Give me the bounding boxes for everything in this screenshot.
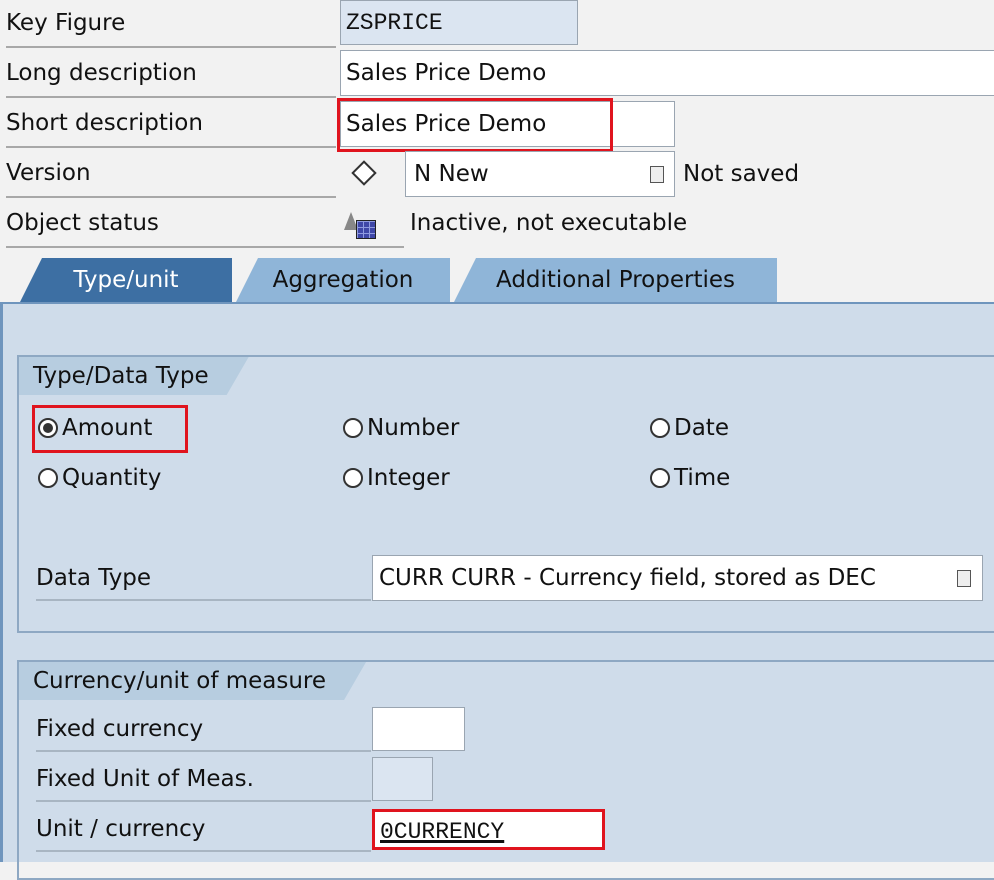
fixed-unit-label: Fixed Unit of Meas.: [36, 756, 371, 802]
radio-label: Quantity: [62, 465, 162, 491]
long-description-input[interactable]: Sales Price Demo: [340, 50, 994, 96]
highlight-box: [337, 98, 613, 152]
unit-currency-value: 0CURRENCY: [380, 819, 505, 845]
radio-label: Date: [674, 415, 729, 441]
radio-icon: [343, 468, 363, 488]
radio-number[interactable]: Number: [343, 413, 459, 443]
group-title: Currency/unit of measure: [19, 662, 366, 700]
data-type-value: CURR CURR - Currency field, stored as DE…: [379, 565, 876, 591]
long-description-label: Long description: [6, 50, 336, 98]
version-select[interactable]: N New: [405, 151, 675, 197]
version-status: Not saved: [683, 161, 800, 187]
group-title: Type/Data Type: [19, 357, 249, 395]
radio-label: Number: [367, 415, 460, 441]
radio-integer[interactable]: Integer: [343, 463, 450, 493]
unit-currency-label: Unit / currency: [36, 806, 371, 852]
radio-date[interactable]: Date: [650, 413, 729, 443]
radio-icon: [38, 468, 58, 488]
version-value: N New: [414, 161, 489, 187]
diamond-icon: [351, 160, 377, 186]
fixed-currency-input[interactable]: [372, 707, 465, 751]
radio-icon: [650, 418, 670, 438]
data-type-label: Data Type: [36, 555, 371, 601]
tab-type-unit[interactable]: Type/unit: [20, 258, 232, 302]
tab-additional-properties[interactable]: Additional Properties: [454, 258, 777, 302]
list-icon[interactable]: [650, 166, 664, 183]
radio-label: Integer: [367, 465, 450, 491]
short-description-label: Short description: [6, 100, 336, 148]
key-figure-label: Key Figure: [6, 0, 336, 48]
list-icon[interactable]: [957, 570, 971, 587]
radio-label: Time: [674, 465, 731, 491]
radio-quantity[interactable]: Quantity: [38, 463, 161, 493]
unit-currency-input[interactable]: 0CURRENCY: [372, 809, 605, 850]
radio-icon: [343, 418, 363, 438]
object-status-value: Inactive, not executable: [410, 210, 688, 236]
fixed-unit-input[interactable]: [372, 757, 433, 801]
fixed-currency-label: Fixed currency: [36, 706, 371, 752]
radio-time[interactable]: Time: [650, 463, 730, 493]
version-label: Version: [6, 150, 336, 198]
tab-aggregation[interactable]: Aggregation: [236, 258, 450, 302]
radio-icon: [650, 468, 670, 488]
inactive-object-icon: [344, 212, 378, 239]
data-type-select[interactable]: CURR CURR - Currency field, stored as DE…: [372, 555, 983, 601]
highlight-box: [32, 405, 188, 453]
key-figure-field[interactable]: ZSPRICE: [340, 0, 578, 45]
